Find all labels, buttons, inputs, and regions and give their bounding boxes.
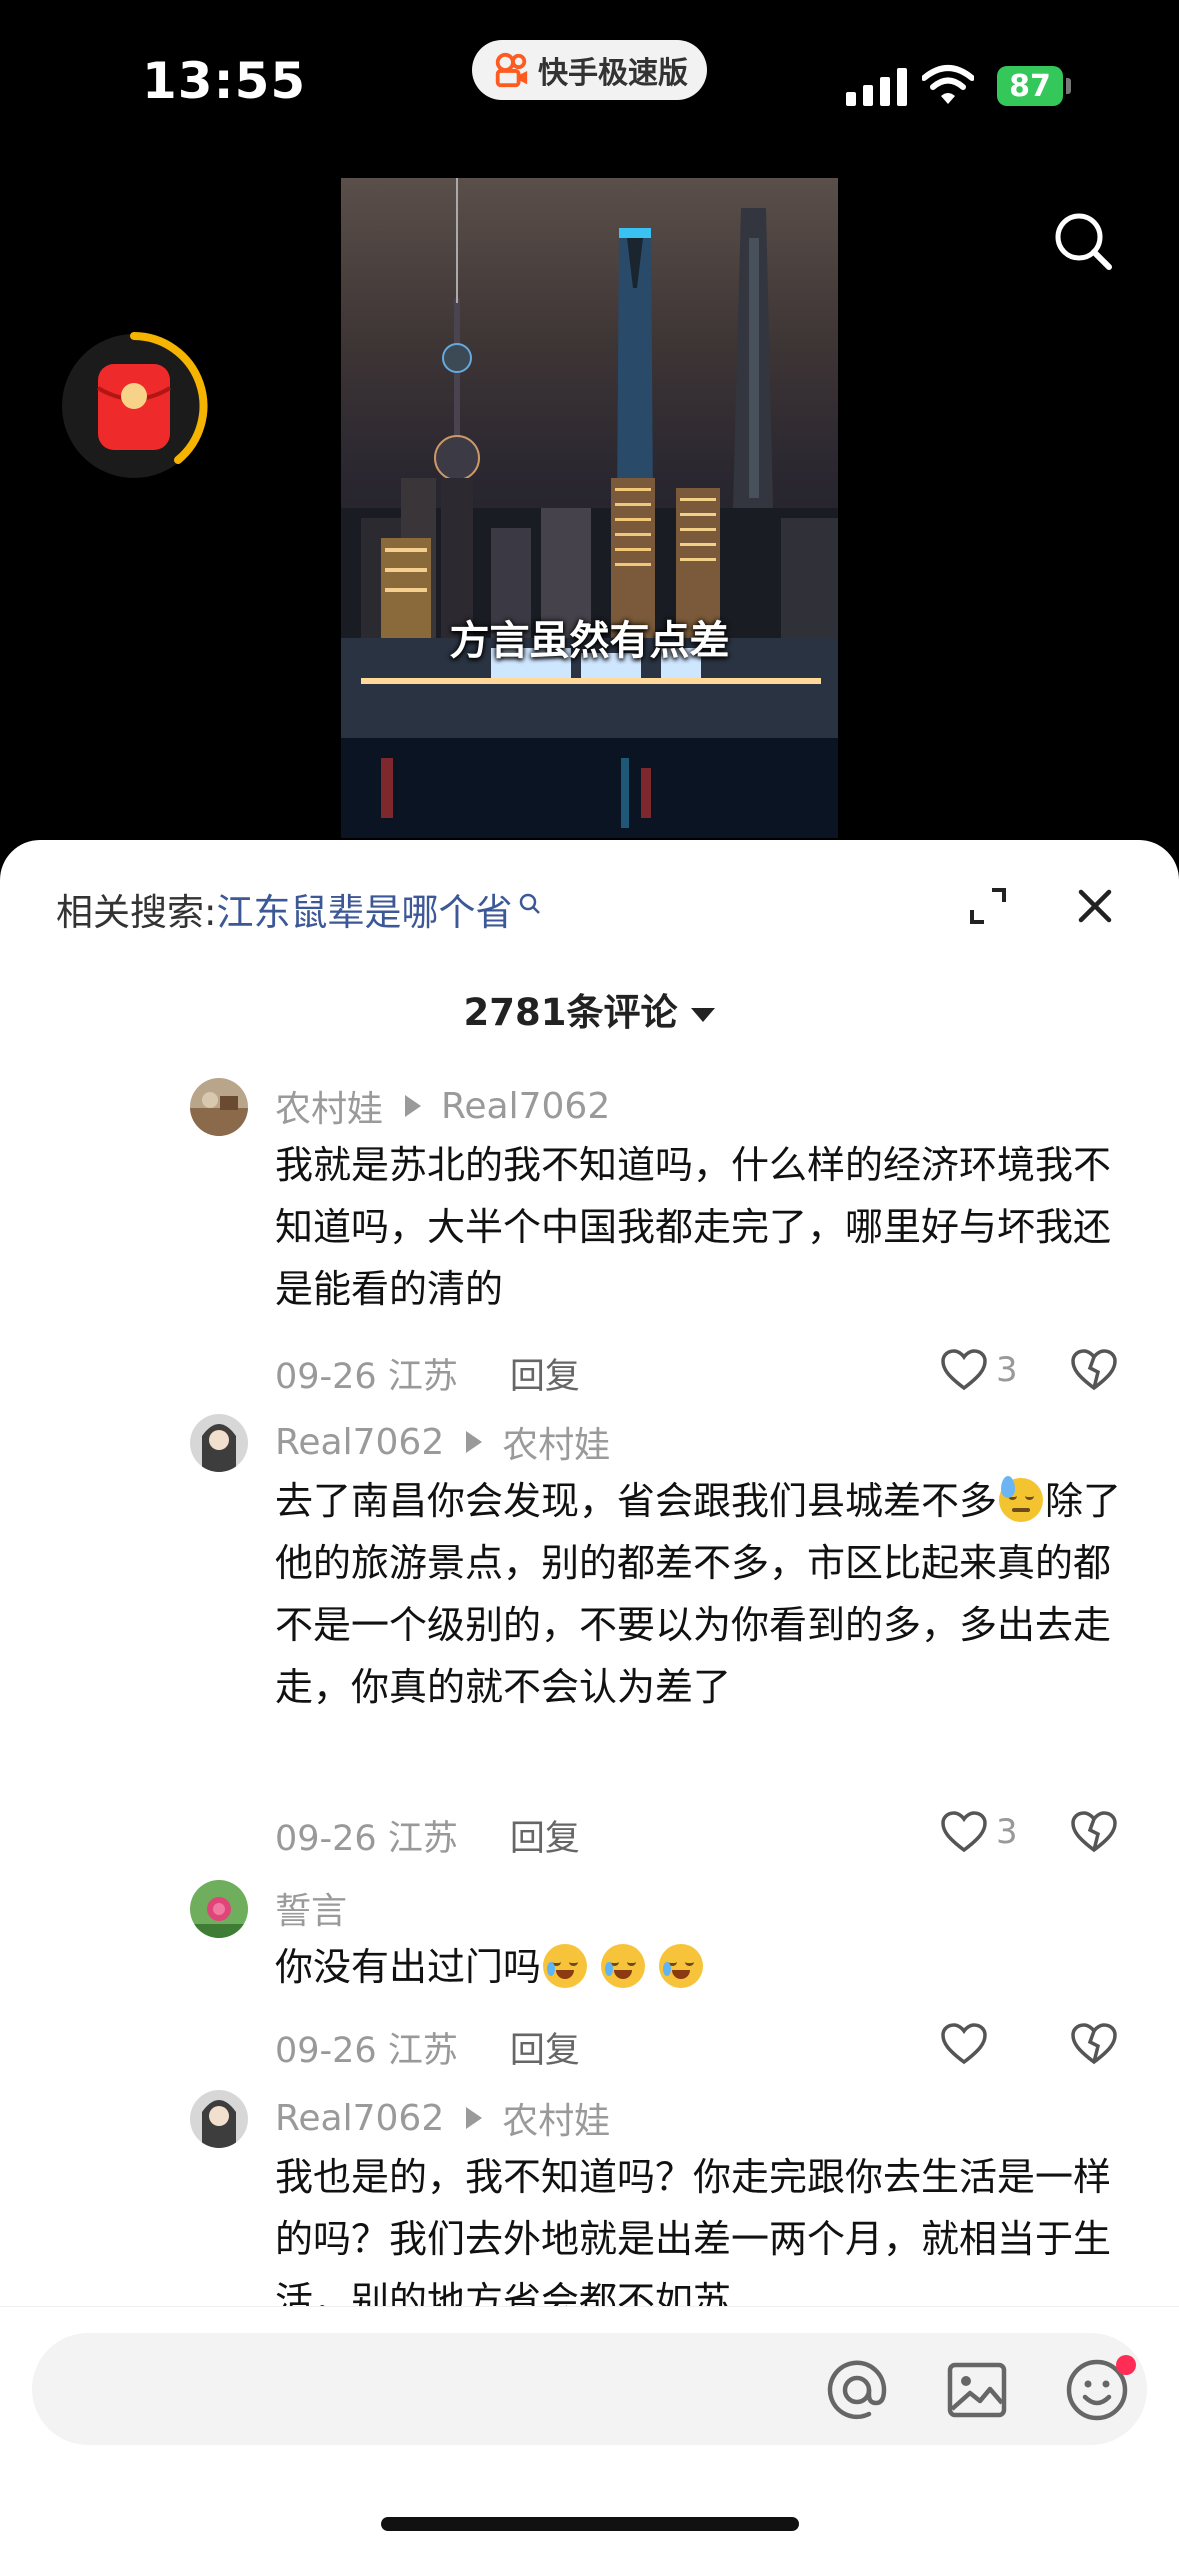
related-search[interactable]: 相关搜索: 江东鼠辈是哪个省 bbox=[56, 882, 542, 936]
reply-button[interactable]: 回复 bbox=[510, 1810, 580, 1861]
video-caption: 方言虽然有点差 bbox=[449, 618, 730, 664]
reply-arrow-icon bbox=[466, 1431, 483, 1453]
reply-button[interactable]: 回复 bbox=[510, 1348, 580, 1399]
close-icon[interactable] bbox=[1075, 886, 1115, 926]
broken-heart-icon[interactable] bbox=[1070, 1810, 1118, 1854]
expand-icon[interactable] bbox=[968, 886, 1008, 926]
at-icon[interactable] bbox=[824, 2357, 890, 2423]
reply-arrow-icon bbox=[405, 1095, 422, 1117]
search-icon[interactable] bbox=[1052, 210, 1114, 272]
crying-laughing-emoji-icon bbox=[543, 1944, 588, 1988]
battery-level: 87 bbox=[1009, 68, 1051, 104]
kuaishou-logo-icon bbox=[495, 52, 528, 88]
comment-text-part: 去了南昌你会发现，省会跟我们县城差不多 bbox=[275, 1479, 998, 1523]
comment-text: 去了南昌你会发现，省会跟我们县城差不多 除了他的旅游景点，别的都差不多，市区比起来… bbox=[275, 1470, 1125, 1718]
comment-text: 你没有出过门吗 bbox=[275, 1936, 1125, 1998]
comment-text: 我也是的，我不知道吗？你走完跟你去生活是一样的吗？我们去外地就是出差一两个月，就… bbox=[275, 2155, 1112, 2306]
comment-header: Real7062 农村娃 bbox=[275, 1416, 610, 1468]
comment-input-bar bbox=[0, 2306, 1179, 2556]
app-pill[interactable]: 快手极速版 bbox=[472, 40, 707, 100]
avatar[interactable] bbox=[190, 2090, 248, 2148]
wifi-icon bbox=[922, 65, 974, 104]
comment-sheet: 相关搜索: 江东鼠辈是哪个省 2781条评论 农村娃 Real7062 我就是苏… bbox=[0, 840, 1179, 2556]
search-icon bbox=[520, 893, 541, 914]
video-player[interactable]: 方言虽然有点差 bbox=[341, 178, 838, 838]
comment-text-part: 你没有出过门吗 bbox=[275, 1945, 542, 1989]
comment-header: 农村娃 Real7062 bbox=[275, 1080, 610, 1132]
comment-meta: 09-26 江苏 回复 bbox=[275, 2022, 580, 2073]
comment-count[interactable]: 2781条评论 bbox=[0, 982, 1179, 1036]
reply-to-user[interactable]: 农村娃 bbox=[502, 2092, 610, 2144]
caret-down-icon bbox=[691, 1007, 716, 1022]
reply-to-user[interactable]: Real7062 bbox=[441, 1086, 610, 1127]
like-count: 3 bbox=[996, 1350, 1018, 1390]
city-skyline-image bbox=[341, 178, 838, 838]
heart-icon[interactable] bbox=[940, 1810, 988, 1854]
sweat-emoji-icon bbox=[999, 1476, 1044, 1522]
comment-input[interactable] bbox=[32, 2333, 1147, 2445]
battery-icon: 87 bbox=[997, 66, 1063, 106]
related-search-link[interactable]: 江东鼠辈是哪个省 bbox=[216, 882, 512, 936]
comment-header: Real7062 农村娃 bbox=[275, 2092, 610, 2144]
avatar[interactable] bbox=[190, 1078, 248, 1136]
like-count: 3 bbox=[996, 1812, 1018, 1852]
comment-count-label: 2781条评论 bbox=[463, 991, 678, 1034]
signal-icon bbox=[846, 66, 907, 106]
comment-author[interactable]: 誓言 bbox=[275, 1882, 347, 1934]
reply-to-user[interactable]: 农村娃 bbox=[502, 1416, 610, 1468]
reply-arrow-icon bbox=[466, 2107, 483, 2129]
comment-meta: 09-26 江苏 回复 bbox=[275, 1348, 580, 1399]
home-indicator[interactable] bbox=[381, 2517, 799, 2531]
comment-header: 誓言 bbox=[275, 1882, 347, 1934]
comment-item[interactable]: Real7062 农村娃 我也是的，我不知道吗？你走完跟你去生活是一样的吗？我们… bbox=[0, 2090, 1179, 2306]
heart-icon[interactable] bbox=[940, 2022, 988, 2066]
avatar[interactable] bbox=[190, 1414, 248, 1472]
battery-tip bbox=[1066, 78, 1071, 94]
comment-date-location: 09-26 江苏 bbox=[275, 1357, 458, 1397]
image-icon[interactable] bbox=[944, 2357, 1010, 2423]
comment-author[interactable]: Real7062 bbox=[275, 1422, 444, 1463]
status-time: 13:55 bbox=[142, 52, 307, 110]
comment-meta: 09-26 江苏 回复 bbox=[275, 1810, 580, 1861]
crying-laughing-emoji-icon bbox=[601, 1944, 646, 1988]
comment-date-location: 09-26 江苏 bbox=[275, 2031, 458, 2071]
comment-date-location: 09-26 江苏 bbox=[275, 1819, 458, 1859]
crying-laughing-emoji-icon bbox=[659, 1944, 704, 1988]
related-search-label: 相关搜索: bbox=[56, 891, 217, 934]
broken-heart-icon[interactable] bbox=[1070, 2022, 1118, 2066]
comment-author[interactable]: 农村娃 bbox=[275, 1080, 383, 1132]
app-name: 快手极速版 bbox=[538, 56, 688, 91]
notification-dot bbox=[1116, 2355, 1136, 2375]
broken-heart-icon[interactable] bbox=[1070, 1348, 1118, 1392]
avatar[interactable] bbox=[190, 1880, 248, 1938]
reply-button[interactable]: 回复 bbox=[510, 2022, 580, 2073]
heart-icon[interactable] bbox=[940, 1348, 988, 1392]
red-packet-timer-icon[interactable] bbox=[58, 330, 210, 482]
comment-text: 我就是苏北的我不知道吗，什么样的经济环境我不知道吗，大半个中国我都走完了，哪里好… bbox=[275, 1143, 1112, 1311]
comment-author[interactable]: Real7062 bbox=[275, 2098, 444, 2139]
